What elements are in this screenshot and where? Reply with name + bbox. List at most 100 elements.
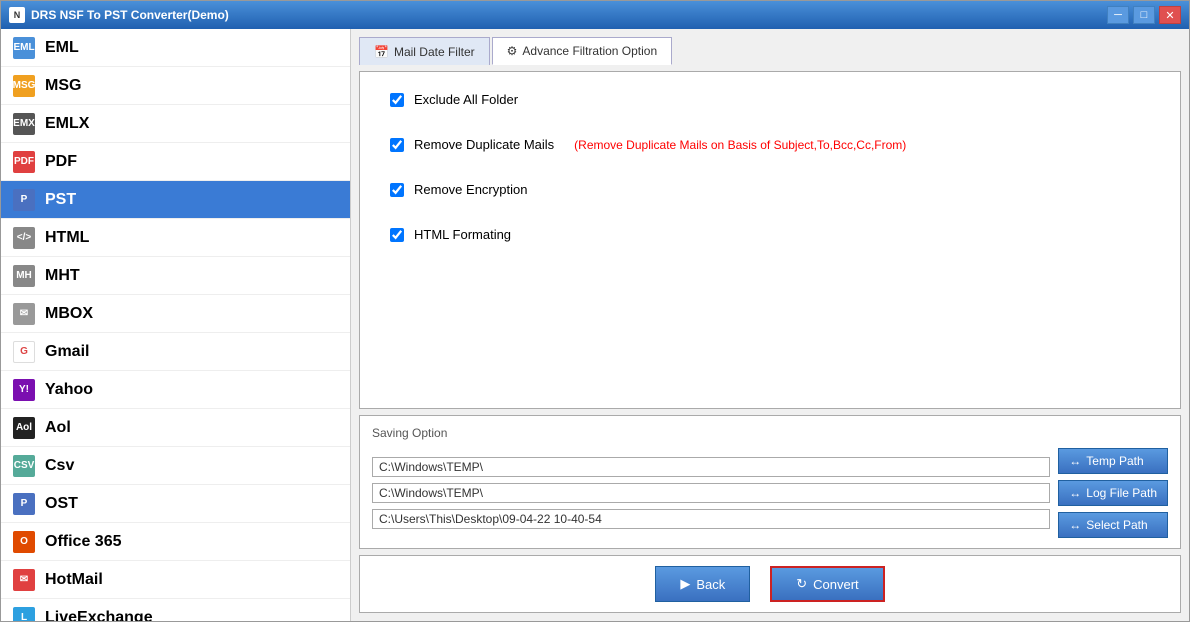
- app-icon: N: [9, 7, 25, 23]
- sidebar-item-emlx[interactable]: EMX EMLX: [1, 105, 350, 143]
- sidebar-icon-yahoo: Y!: [13, 379, 35, 401]
- title-bar-left: N DRS NSF To PST Converter(Demo): [9, 7, 229, 23]
- sidebar-label-pdf: PDF: [45, 153, 77, 171]
- saving-rows: ↔ Temp Path ↔ Log File Path ↔ Select Pat…: [372, 448, 1168, 538]
- sidebar-item-ost[interactable]: P OST: [1, 485, 350, 523]
- tabs: 📅 Mail Date Filter ⚙ Advance Filtration …: [359, 37, 1181, 65]
- convert-button[interactable]: ↻ Convert: [770, 566, 884, 602]
- sidebar-label-ost: OST: [45, 495, 78, 513]
- close-button[interactable]: ✕: [1159, 6, 1181, 24]
- sidebar-icon-emlx: EMX: [13, 113, 35, 135]
- sidebar-item-aol[interactable]: Aol Aol: [1, 409, 350, 447]
- temp-path-input[interactable]: [372, 457, 1050, 477]
- sidebar-label-office365: Office 365: [45, 533, 121, 551]
- calendar-icon: 📅: [374, 45, 389, 59]
- sidebar-label-eml: EML: [45, 39, 79, 57]
- sidebar-icon-pdf: PDF: [13, 151, 35, 173]
- sidebar-item-csv[interactable]: CSV Csv: [1, 447, 350, 485]
- select-path-button[interactable]: ↔ Select Path: [1058, 512, 1168, 538]
- sidebar-item-html[interactable]: </> HTML: [1, 219, 350, 257]
- sidebar-label-pst: PST: [45, 191, 76, 209]
- sidebar-label-hotmail: HotMail: [45, 571, 103, 589]
- title-bar: N DRS NSF To PST Converter(Demo) ─ □ ✕: [1, 1, 1189, 29]
- exclude-all-folder-row: Exclude All Folder: [390, 92, 1150, 107]
- sidebar-icon-csv: CSV: [13, 455, 35, 477]
- sidebar-item-mbox[interactable]: ✉ MBOX: [1, 295, 350, 333]
- back-button[interactable]: ▶ Back: [655, 566, 750, 602]
- remove-encryption-label: Remove Encryption: [414, 182, 527, 197]
- right-panel: 📅 Mail Date Filter ⚙ Advance Filtration …: [351, 29, 1189, 621]
- sidebar-item-pdf[interactable]: PDF PDF: [1, 143, 350, 181]
- minimize-button[interactable]: ─: [1107, 6, 1129, 24]
- html-formatting-checkbox[interactable]: [390, 228, 404, 242]
- sidebar-icon-gmail: G: [13, 341, 35, 363]
- sidebar-icon-eml: EML: [13, 37, 35, 59]
- sidebar-icon-mbox: ✉: [13, 303, 35, 325]
- select-path-icon: ↔: [1069, 518, 1081, 532]
- tab-mail-date-filter[interactable]: 📅 Mail Date Filter: [359, 37, 490, 65]
- temp-path-button[interactable]: ↔ Temp Path: [1058, 448, 1168, 474]
- filter-icon: ⚙: [507, 44, 518, 58]
- log-file-path-button-label: Log File Path: [1086, 486, 1157, 500]
- sidebar-icon-html: </>: [13, 227, 35, 249]
- remove-encryption-row: Remove Encryption: [390, 182, 1150, 197]
- saving-section: Saving Option ↔ Temp Path: [359, 415, 1181, 549]
- convert-button-label: Convert: [813, 577, 859, 592]
- sidebar-item-gmail[interactable]: G Gmail: [1, 333, 350, 371]
- sidebar-label-msg: MSG: [45, 77, 81, 95]
- sidebar-label-yahoo: Yahoo: [45, 381, 93, 399]
- log-file-path-icon: ↔: [1069, 486, 1081, 500]
- remove-encryption-checkbox[interactable]: [390, 183, 404, 197]
- select-path-button-label: Select Path: [1086, 518, 1147, 532]
- saving-row-container: ↔ Temp Path ↔ Log File Path ↔ Select Pat…: [372, 448, 1168, 538]
- sidebar-label-emlx: EMLX: [45, 115, 89, 133]
- sidebar-icon-office365: O: [13, 531, 35, 553]
- html-formatting-label: HTML Formating: [414, 227, 511, 242]
- sidebar-item-office365[interactable]: O Office 365: [1, 523, 350, 561]
- exclude-all-folder-checkbox[interactable]: [390, 93, 404, 107]
- app-window: N DRS NSF To PST Converter(Demo) ─ □ ✕ E…: [0, 0, 1190, 622]
- temp-path-button-label: Temp Path: [1086, 454, 1143, 468]
- remove-duplicate-mails-checkbox[interactable]: [390, 138, 404, 152]
- sidebar-icon-ost: P: [13, 493, 35, 515]
- sidebar-icon-pst: P: [13, 189, 35, 211]
- remove-duplicate-mails-label: Remove Duplicate Mails: [414, 137, 554, 152]
- sidebar-label-gmail: Gmail: [45, 343, 89, 361]
- path-buttons: ↔ Temp Path ↔ Log File Path ↔ Select Pat…: [1058, 448, 1168, 538]
- maximize-button[interactable]: □: [1133, 6, 1155, 24]
- select-path-input[interactable]: [372, 509, 1050, 529]
- saving-option-title: Saving Option: [372, 426, 1168, 440]
- exclude-all-folder-label: Exclude All Folder: [414, 92, 518, 107]
- html-formatting-row: HTML Formating: [390, 227, 1150, 242]
- remove-duplicate-mails-note: (Remove Duplicate Mails on Basis of Subj…: [574, 138, 906, 152]
- sidebar: EML EML MSG MSG EMX EMLX PDF PDF P PST </> HTML MHMH…: [1, 29, 351, 621]
- sidebar-icon-liveexchange: L: [13, 607, 35, 622]
- saving-inputs-col: [372, 457, 1050, 529]
- sidebar-icon-aol: Aol: [13, 417, 35, 439]
- tab-advance-filtration-label: Advance Filtration Option: [522, 44, 657, 58]
- sidebar-item-pst[interactable]: P PST: [1, 181, 350, 219]
- main-content: EML EML MSG MSG EMX EMLX PDF PDF P PST </> HTML MHMH…: [1, 29, 1189, 621]
- filter-box: Exclude All Folder Remove Duplicate Mail…: [359, 71, 1181, 409]
- sidebar-label-mbox: MBOX: [45, 305, 93, 323]
- sidebar-item-eml[interactable]: EML EML: [1, 29, 350, 67]
- sidebar-label-html: HTML: [45, 229, 89, 247]
- sidebar-item-mht[interactable]: MHMHT: [1, 257, 350, 295]
- sidebar-icon-msg: MSG: [13, 75, 35, 97]
- sidebar-label-csv: Csv: [45, 457, 74, 475]
- sidebar-label-mht: MHT: [45, 267, 80, 285]
- sidebar-item-yahoo[interactable]: Y! Yahoo: [1, 371, 350, 409]
- back-button-label: Back: [696, 577, 725, 592]
- temp-path-icon: ↔: [1069, 454, 1081, 468]
- remove-duplicate-mails-row: Remove Duplicate Mails (Remove Duplicate…: [390, 137, 1150, 152]
- sidebar-label-aol: Aol: [45, 419, 71, 437]
- bottom-bar: ▶ Back ↻ Convert: [359, 555, 1181, 613]
- log-file-path-button[interactable]: ↔ Log File Path: [1058, 480, 1168, 506]
- sidebar-item-liveexchange[interactable]: LLiveExchange: [1, 599, 350, 621]
- convert-icon: ↻: [796, 576, 807, 592]
- sidebar-icon-hotmail: ✉: [13, 569, 35, 591]
- tab-advance-filtration[interactable]: ⚙ Advance Filtration Option: [492, 37, 673, 65]
- log-file-path-input[interactable]: [372, 483, 1050, 503]
- sidebar-item-msg[interactable]: MSG MSG: [1, 67, 350, 105]
- sidebar-item-hotmail[interactable]: ✉ HotMail: [1, 561, 350, 599]
